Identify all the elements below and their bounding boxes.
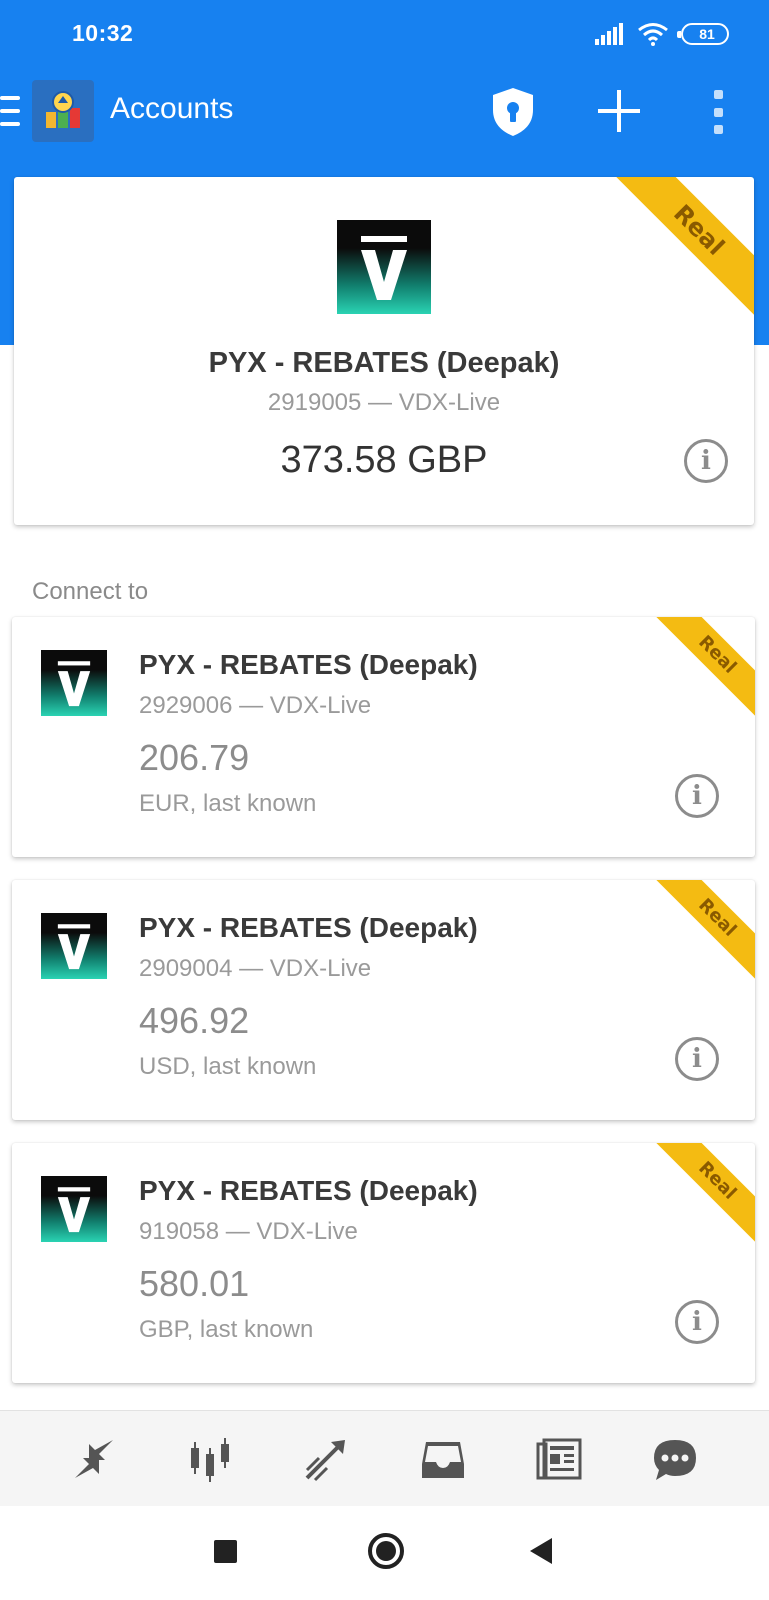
- real-badge: Real: [655, 880, 755, 980]
- real-badge: Real: [655, 617, 755, 717]
- broker-v-logo-icon: [57, 1187, 91, 1233]
- account-balance: 206.79: [139, 737, 250, 778]
- real-badge: Real: [614, 177, 754, 317]
- system-navigation-bar: [0, 1506, 769, 1600]
- status-icons: 81: [595, 22, 729, 46]
- account-card[interactable]: Real PYX - REBATES (Deepak) 2929006 — VD…: [12, 617, 755, 857]
- account-details: 919058 — VDX-Live: [139, 1218, 358, 1245]
- broker-v-logo-icon: [361, 236, 407, 300]
- info-icon[interactable]: i: [684, 439, 728, 483]
- tab-chat[interactable]: [647, 1431, 703, 1487]
- account-details: 2919005 — VDX-Live: [267, 389, 501, 416]
- news-icon: [536, 1438, 582, 1479]
- broker-v-logo-icon: [57, 661, 91, 707]
- account-currency-note: EUR, last known: [139, 790, 317, 817]
- wifi-icon: [638, 23, 668, 46]
- tab-trade[interactable]: [298, 1431, 354, 1487]
- status-bar: 10:32 81: [0, 0, 769, 68]
- recents-icon[interactable]: [214, 1540, 237, 1563]
- tab-news[interactable]: [531, 1431, 587, 1487]
- account-name: PYX - REBATES (Deepak): [139, 912, 478, 943]
- shield-lock-icon[interactable]: [490, 86, 536, 138]
- trade-icon: [305, 1439, 346, 1481]
- real-ribbon: Real: [655, 1143, 755, 1243]
- real-badge: Real: [655, 1143, 755, 1243]
- back-icon[interactable]: [530, 1538, 552, 1564]
- tab-chart[interactable]: [182, 1431, 238, 1487]
- account-card[interactable]: Real PYX - REBATES (Deepak) 919058 — VDX…: [12, 1143, 755, 1383]
- home-icon[interactable]: [368, 1533, 404, 1569]
- more-vertical-icon[interactable]: [708, 90, 728, 134]
- toolbar: Accounts: [0, 72, 769, 152]
- real-ribbon: Real: [655, 617, 755, 717]
- battery-level: 81: [699, 26, 715, 42]
- current-account-card[interactable]: Real PYX - REBATES (Deepak) 2919005 — VD…: [14, 177, 754, 525]
- signal-icon: [595, 23, 623, 45]
- broker-logo: [41, 1176, 107, 1242]
- account-name: PYX - REBATES (Deepak): [139, 649, 478, 680]
- real-ribbon: Real: [655, 880, 755, 980]
- page-title: Accounts: [110, 92, 234, 125]
- app-logo: [32, 80, 94, 142]
- menu-icon[interactable]: [0, 96, 22, 126]
- account-name: PYX - REBATES (Deepak): [139, 1175, 478, 1206]
- inbox-icon: [421, 1441, 464, 1478]
- chat-icon: [653, 1439, 696, 1480]
- info-icon[interactable]: i: [675, 774, 719, 818]
- broker-logo: [41, 913, 107, 979]
- account-currency-note: GBP, last known: [139, 1316, 314, 1343]
- account-balance: 496.92: [139, 1000, 250, 1041]
- plus-icon[interactable]: [594, 86, 644, 136]
- account-balance: 580.01: [139, 1263, 250, 1304]
- info-icon[interactable]: i: [675, 1037, 719, 1081]
- real-ribbon: Real: [614, 177, 754, 317]
- account-balance: 373.58 GBP: [280, 439, 488, 481]
- quotes-icon: [75, 1439, 114, 1478]
- info-icon[interactable]: i: [675, 1300, 719, 1344]
- account-details: 2909004 — VDX-Live: [139, 955, 372, 982]
- broker-logo: [41, 650, 107, 716]
- broker-logo: [337, 220, 431, 314]
- status-time: 10:32: [72, 20, 134, 46]
- tab-inbox[interactable]: [415, 1431, 471, 1487]
- account-name: PYX - REBATES (Deepak): [208, 347, 560, 379]
- chart-candles-icon: [191, 1437, 230, 1482]
- account-details: 2929006 — VDX-Live: [139, 692, 372, 719]
- tab-quotes[interactable]: [66, 1431, 122, 1487]
- account-currency-note: USD, last known: [139, 1053, 317, 1080]
- bottom-tab-bar: [0, 1410, 769, 1506]
- connect-to-label: Connect to: [32, 578, 149, 605]
- account-card[interactable]: Real PYX - REBATES (Deepak) 2909004 — VD…: [12, 880, 755, 1120]
- broker-v-logo-icon: [57, 924, 91, 970]
- battery-icon: 81: [677, 23, 729, 45]
- metatrader-logo-icon: [46, 91, 80, 128]
